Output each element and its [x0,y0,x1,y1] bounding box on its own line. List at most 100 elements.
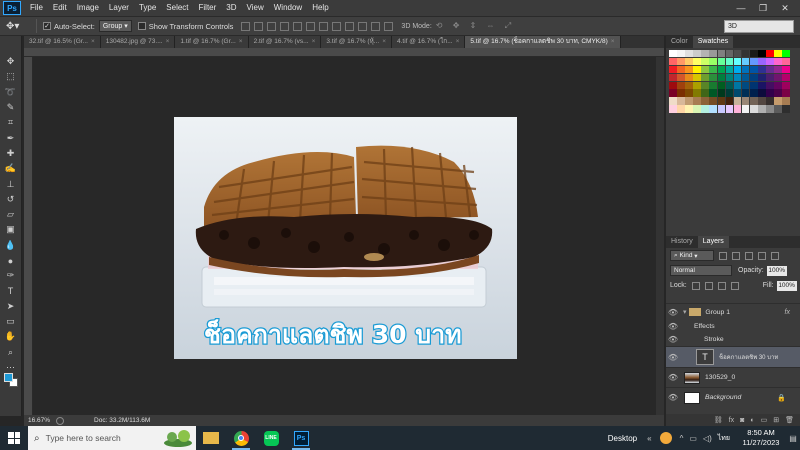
filter-type-icon[interactable] [745,251,753,260]
color-swatch[interactable] [717,50,726,58]
delete-layer-icon[interactable]: 🗑 [785,416,794,424]
color-swatch[interactable] [782,50,790,58]
color-swatch[interactable] [749,89,758,97]
color-swatch[interactable] [677,105,685,113]
color-swatch[interactable] [693,73,701,82]
path-selection-tool-icon[interactable]: ➤ [3,299,19,314]
color-swatch[interactable] [782,73,790,82]
document-canvas[interactable]: ช็อคกาแลตชิพ 30 บาท [174,117,517,359]
color-swatch[interactable] [766,57,774,66]
start-button[interactable] [0,426,28,450]
filter-smart-icon[interactable] [771,251,779,260]
color-swatch[interactable] [709,50,718,58]
link-layers-icon[interactable]: ⛓ [714,416,723,424]
color-swatch[interactable] [693,105,701,113]
color-swatch[interactable] [749,50,758,58]
color-swatch[interactable] [741,65,750,74]
color-swatch[interactable] [717,97,726,105]
close-tab-icon[interactable]: × [456,38,460,45]
tab-document[interactable]: 1.tif @ 16.7% (Gr... × [175,36,249,48]
distribute-hcenter-icon[interactable] [371,21,381,31]
layer-text-selected[interactable]: 👁 T ช็อคกาแลตชิพ 30 บาท [666,346,800,367]
color-swatch[interactable] [766,89,774,97]
layer-effects-row[interactable]: 👁 Effects [666,320,800,333]
color-swatch[interactable] [685,50,693,58]
move-tool-preset-icon[interactable]: ✥▾ [6,18,30,34]
visibility-eye-icon[interactable]: 👁 [666,393,680,402]
vertical-scrollbar[interactable] [656,57,664,415]
color-swatch[interactable] [701,81,709,89]
close-tab-icon[interactable]: × [91,38,95,45]
clone-stamp-tool-icon[interactable]: ⊥ [3,176,19,191]
color-swatch[interactable] [717,73,726,82]
color-swatch[interactable] [741,97,750,105]
maximize-button[interactable]: ❐ [752,3,774,14]
distribute-top-icon[interactable] [319,21,329,31]
color-swatch[interactable] [685,73,693,82]
clock[interactable]: 8:50 AM 11/27/2023 [736,428,786,448]
color-swatch[interactable] [766,65,774,74]
color-swatch[interactable] [758,97,766,105]
color-swatch[interactable] [693,97,701,105]
color-swatch[interactable] [725,105,734,113]
align-left-icon[interactable] [280,21,290,31]
color-swatch[interactable] [725,73,734,82]
menu-edit[interactable]: Edit [48,0,72,16]
menu-help[interactable]: Help [307,0,333,16]
visibility-eye-icon[interactable]: 👁 [666,322,680,331]
minimize-button[interactable]: — [730,3,752,13]
color-swatch[interactable] [782,105,790,113]
color-swatch[interactable] [782,81,790,89]
color-swatch[interactable] [733,57,742,66]
layer-background[interactable]: 👁 Background 🔒 [666,387,800,407]
color-swatch[interactable] [677,50,685,58]
pen-tool-icon[interactable]: ✑ [3,268,19,283]
quick-select-tool-icon[interactable]: ✎ [3,100,19,115]
workspace-dropdown[interactable]: 3D [724,20,794,33]
color-swatch[interactable] [709,105,718,113]
color-swatch[interactable] [701,65,709,74]
new-group-icon[interactable]: ▭ [761,416,768,424]
visibility-eye-icon[interactable]: 👁 [666,335,680,344]
color-swatch[interactable] [685,97,693,105]
close-tab-icon[interactable]: × [382,38,386,45]
eyedropper-tool-icon[interactable]: ✒ [3,130,19,145]
color-swatch[interactable] [782,97,790,105]
color-swatch[interactable] [741,57,750,66]
language-indicator[interactable]: ไทย [718,433,730,444]
type-tool-icon[interactable]: T [3,283,19,298]
tab-document[interactable]: 2.tif @ 16.7% (vs... × [248,36,322,48]
color-swatch[interactable] [693,81,701,89]
close-button[interactable]: ✕ [774,3,796,14]
color-swatch[interactable] [669,50,677,58]
opacity-input[interactable]: 100% [766,265,787,276]
tab-layers[interactable]: Layers [697,236,729,248]
color-swatch[interactable] [725,89,734,97]
color-swatch[interactable] [677,89,685,97]
color-swatch[interactable] [701,105,709,113]
color-swatch[interactable] [749,57,758,66]
color-swatch[interactable] [709,89,718,97]
color-swatch[interactable] [669,57,677,66]
taskbar-search[interactable]: ⌕ Type here to search [28,426,196,450]
color-swatch[interactable] [766,97,774,105]
color-swatch[interactable] [701,97,709,105]
tab-swatches[interactable]: Swatches [692,36,734,48]
menu-image[interactable]: Image [72,0,104,16]
add-style-icon[interactable]: fx [729,417,734,424]
tab-document-active[interactable]: 5.tif @ 16.7% (ช็อคกาแลตชิพ 30 บาท, CMYK… [465,36,621,48]
color-swatch[interactable] [709,73,718,82]
color-swatch[interactable] [725,81,734,89]
color-swatch[interactable] [677,81,685,89]
color-swatch[interactable] [766,105,774,113]
color-swatch[interactable] [677,97,685,105]
network-icon[interactable]: ▭ [689,434,697,443]
chrome-app[interactable] [226,426,256,450]
color-swatch[interactable] [669,65,677,74]
fill-input[interactable]: 100% [776,280,797,291]
photoshop-app[interactable]: Ps [286,426,316,450]
lock-transparent-icon[interactable] [691,281,700,290]
color-swatch[interactable] [758,57,766,66]
color-swatch[interactable] [669,89,677,97]
color-swatch[interactable] [766,73,774,82]
